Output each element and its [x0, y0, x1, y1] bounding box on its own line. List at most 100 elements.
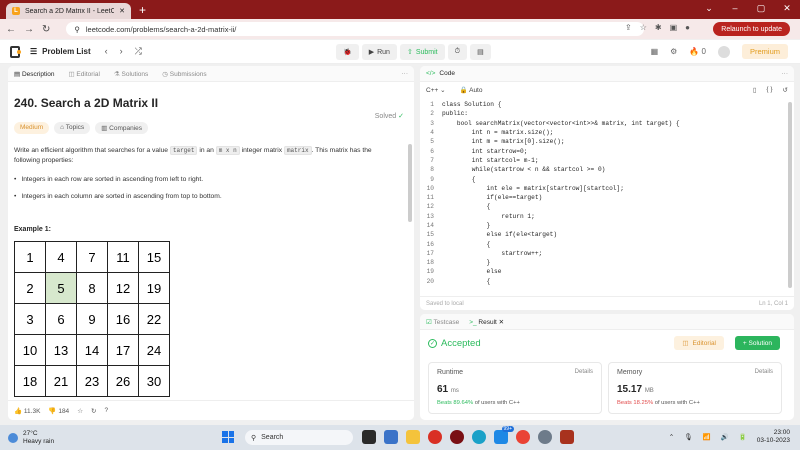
more-options-icon[interactable]: ··· [402, 70, 409, 77]
code-line: 17 startrow++; [420, 249, 794, 258]
bookmark-icon[interactable]: ▯ [753, 86, 757, 94]
sidepanel-icon[interactable]: ▣ [670, 23, 678, 32]
opera-icon[interactable] [450, 430, 464, 444]
wps-icon[interactable] [560, 430, 574, 444]
add-solution-button[interactable]: + Solution [734, 336, 780, 350]
code-text: } [442, 222, 491, 229]
matrix-cell: 8 [76, 272, 108, 304]
tray-overflow-icon[interactable]: ⌃ [669, 433, 674, 441]
favorite-star-icon[interactable]: ☆ [77, 407, 83, 415]
difficulty-badge[interactable]: Medium [14, 122, 50, 134]
windows-start-icon[interactable] [222, 431, 234, 443]
battery-icon[interactable]: 🔋 [739, 433, 747, 441]
share-link-icon[interactable]: ↻ [91, 407, 96, 415]
dislike-button[interactable]: 👎 184 [48, 407, 69, 415]
problem-list-label: Problem List [42, 47, 91, 56]
memory-card[interactable]: Memory Details 15.17 MB Beats 18.25% of u… [608, 362, 782, 414]
browser-tab[interactable]: L Search a 2D Matrix II - LeetCode ✕ [6, 3, 131, 19]
clock[interactable]: 23:00 03-10-2023 [757, 429, 790, 445]
close-tab-icon[interactable]: ✕ [119, 7, 125, 15]
chrome-profile-icon[interactable] [516, 430, 530, 444]
runtime-label: Runtime [437, 369, 464, 376]
code-more-icon[interactable]: ··· [782, 70, 789, 77]
next-problem-icon[interactable]: › [120, 46, 123, 57]
forward-icon[interactable]: → [24, 24, 34, 35]
line-number: 2 [430, 110, 434, 118]
editorial-button[interactable]: ◫ Editorial [674, 336, 724, 350]
shuffle-icon[interactable]: ⤮ [135, 46, 142, 57]
description-footer: 👍 11.3K 👎 184 ☆ ↻ ? [8, 400, 414, 420]
problem-list-link[interactable]: ☰ Problem List [30, 47, 91, 56]
minimize-icon[interactable]: – [722, 0, 748, 16]
code-text: { [442, 240, 491, 248]
editorial-label: Editorial [692, 339, 716, 347]
settings-gear-icon[interactable]: ⚙ [670, 47, 677, 56]
topics-chip[interactable]: ⌂ Topics [54, 122, 91, 134]
mail-icon[interactable]: 99+ [494, 426, 514, 444]
mic-icon[interactable]: 🎙 [684, 433, 692, 441]
profile-icon[interactable]: ● [685, 23, 690, 32]
layout-icon[interactable]: ▦ [651, 47, 659, 56]
edge-icon[interactable] [472, 430, 486, 444]
code-scrollbar[interactable] [788, 102, 792, 288]
relaunch-button[interactable]: Relaunch to update [713, 22, 790, 36]
memory-details-link[interactable]: Details [755, 369, 773, 376]
desc-text-3: integer matrix [239, 147, 284, 154]
line-number: 1 [430, 101, 434, 109]
like-button[interactable]: 👍 11.3K [14, 407, 40, 415]
back-icon[interactable]: ← [6, 24, 16, 35]
tab-result[interactable]: >_ Result ✕ [469, 318, 504, 326]
debug-button[interactable]: 🐞 [336, 44, 359, 60]
streak-counter[interactable]: 🔥 0 [689, 47, 706, 56]
new-tab-icon[interactable]: + [139, 3, 146, 17]
notes-button[interactable]: ▤ [470, 44, 491, 60]
description-scrollbar[interactable] [408, 144, 412, 222]
chevron-down-icon[interactable]: ⌄ [696, 0, 722, 16]
site-info-icon[interactable]: ⚲ [74, 25, 80, 34]
chrome-icon[interactable] [428, 430, 442, 444]
auto-mode-toggle[interactable]: 🔒 Auto [460, 86, 483, 94]
runtime-card[interactable]: Runtime Details 61 ms Beats 89.64% of use… [428, 362, 602, 414]
run-button[interactable]: ▶ Run [361, 44, 397, 60]
code-text: startrow++; [442, 249, 543, 257]
settings-app-icon[interactable] [538, 430, 552, 444]
task-view-icon[interactable] [362, 430, 376, 444]
close-window-icon[interactable]: ✕ [774, 0, 800, 16]
user-avatar[interactable] [717, 45, 730, 58]
volume-icon[interactable]: 🔊 [721, 433, 729, 441]
language-select[interactable]: C++ ⌄ [426, 86, 446, 94]
share-icon[interactable]: ⇪ [625, 23, 632, 32]
leetcode-logo[interactable] [10, 45, 21, 58]
code-line: 15 else if(ele<target) [420, 230, 794, 239]
weather-widget[interactable]: 27°C Heavy rain [8, 430, 54, 446]
tab-testcase[interactable]: ☑ Testcase [426, 318, 459, 326]
url-field[interactable]: ⚲ leetcode.com/problems/search-a-2d-matr… [66, 22, 644, 36]
format-braces-icon[interactable]: { } [766, 86, 772, 94]
tab-solutions[interactable]: ⚗ Solutions [114, 70, 148, 78]
file-explorer-icon[interactable] [406, 430, 420, 444]
prev-problem-icon[interactable]: ‹ [105, 46, 108, 57]
taskbar-search[interactable]: ⚲ Search [245, 430, 353, 445]
bookmark-star-icon[interactable]: ☆ [640, 23, 647, 32]
timer-button[interactable]: ⏱ [447, 44, 468, 60]
extensions-icon[interactable]: ✱ [655, 23, 662, 32]
runtime-beats: Beats 89.64% [437, 400, 474, 406]
companies-chip[interactable]: ▥ Companies [95, 122, 149, 134]
runtime-details-link[interactable]: Details [575, 369, 593, 376]
reload-icon[interactable]: ↻ [42, 24, 50, 35]
line-number: 18 [426, 259, 434, 267]
memory-unit: MB [644, 388, 654, 394]
premium-button[interactable]: Premium [741, 44, 788, 59]
tab-submissions[interactable]: ◷ Submissions [162, 70, 206, 78]
help-icon[interactable]: ? [104, 407, 108, 414]
code-editor[interactable]: 1 class Solution {2 public: 3 bool searchMa… [420, 98, 794, 286]
teams-icon[interactable] [384, 430, 398, 444]
code-text: else if(ele<target) [442, 231, 558, 239]
tab-editorial[interactable]: ◫ Editorial [68, 70, 99, 78]
line-number: 4 [430, 129, 434, 137]
reset-code-icon[interactable]: ↺ [783, 86, 788, 94]
maximize-icon[interactable]: ▢ [748, 0, 774, 16]
wifi-icon[interactable]: 📶 [702, 433, 710, 441]
submit-button[interactable]: ⇧ Submit [399, 44, 445, 60]
tab-description[interactable]: ▤ Description [14, 70, 54, 78]
